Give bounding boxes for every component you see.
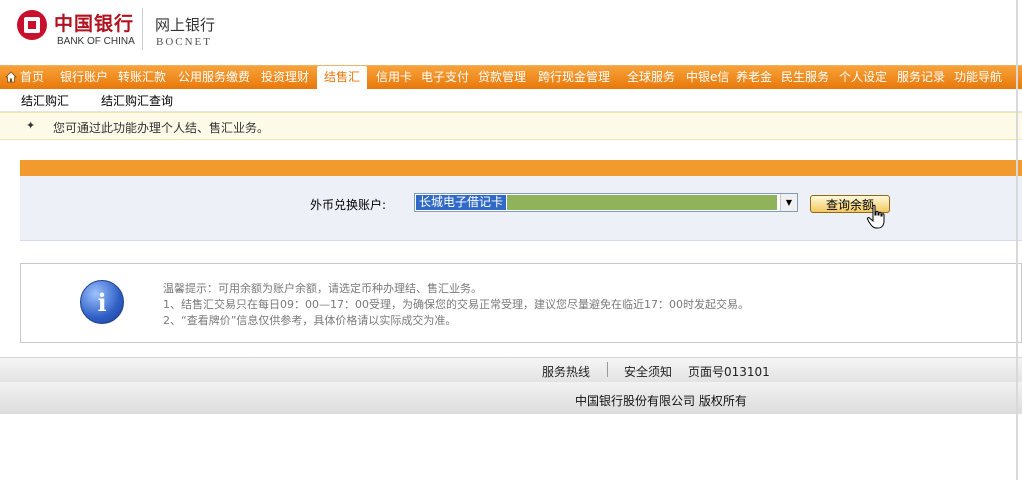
nav-forex-settlement[interactable]: 结售汇	[317, 66, 368, 89]
site-name-en: BOCNET	[156, 36, 212, 48]
nav-cross-bank-cash[interactable]: 跨行现金管理	[538, 66, 610, 89]
nav-bank-account[interactable]: 银行账户	[60, 66, 108, 89]
pin-icon: ✦	[26, 119, 36, 132]
nav-utility-payment[interactable]: 公用服务缴费	[178, 66, 250, 89]
subnav-forex-query[interactable]: 结汇购汇查询	[101, 92, 173, 109]
subnav-forex-buy-sell[interactable]: 结汇购汇	[21, 92, 69, 109]
info-bar: ✦ 您可通过此功能办理个人结、售汇业务。	[0, 112, 1022, 140]
nav-credit-card[interactable]: 信用卡	[376, 66, 412, 89]
account-select-value[interactable]: 长城电子借记卡	[416, 195, 507, 210]
copyright-text: 中国银行股份有限公司 版权所有	[575, 394, 747, 408]
home-icon[interactable]	[5, 71, 17, 83]
nav-boc-e-message[interactable]: 中银e信	[686, 66, 729, 89]
site-name-cn: 网上银行	[155, 16, 216, 34]
bank-name-cn: 中国银行	[54, 13, 135, 35]
nav-global-service[interactable]: 全球服务	[627, 66, 675, 89]
dropdown-arrow-icon[interactable]: ▼	[780, 194, 797, 211]
account-select[interactable]: 长城电子借记卡 ▼	[414, 193, 798, 212]
footer-hotline-link[interactable]: 服务热线	[542, 363, 590, 380]
tip-line-2: 1、结售汇交易只在每日09：00—17：00受理，为确保您的交易正常受理，建议您…	[163, 298, 749, 311]
nav-function-guide[interactable]: 功能导航	[954, 66, 1002, 89]
nav-investment[interactable]: 投资理财	[261, 66, 309, 89]
footer-page-number: 页面号013101	[688, 365, 770, 379]
boc-logo-icon[interactable]	[17, 10, 47, 40]
footer-copyright-bar: 中国银行股份有限公司 版权所有	[0, 382, 1022, 414]
footer-links: 服务热线 安全须知 页面号013101	[0, 357, 1022, 382]
nav-home[interactable]: 首页	[20, 66, 44, 89]
header: 中国银行 BANK OF CHINA 网上银行 BOCNET	[0, 0, 1022, 62]
nav-pension[interactable]: 养老金	[736, 66, 772, 89]
info-icon: i	[80, 280, 124, 324]
account-label: 外币兑换账户:	[310, 198, 387, 212]
bank-name-en: BANK OF CHINA	[57, 36, 135, 47]
main-nav: 首页 银行账户 转账汇款 公用服务缴费 投资理财 结售汇 信用卡 电子支付 贷款…	[0, 65, 1022, 89]
tip-line-1: 温馨提示：可用余额为账户余额，请选定币种办理结、售汇业务。	[163, 282, 482, 295]
nav-personal-settings[interactable]: 个人设定	[839, 66, 887, 89]
info-text: 您可通过此功能办理个人结、售汇业务。	[53, 121, 270, 135]
window-right-edge	[1016, 0, 1018, 480]
panel-header-bar	[20, 160, 1022, 176]
account-number-highlight	[507, 195, 777, 210]
nav-e-payment[interactable]: 电子支付	[421, 66, 469, 89]
logo-divider	[142, 8, 143, 50]
sub-nav: 结汇购汇 结汇购汇查询	[0, 89, 1022, 112]
footer-security-link[interactable]: 安全须知	[624, 363, 672, 380]
hand-cursor-icon	[866, 204, 885, 229]
nav-transfer[interactable]: 转账汇款	[118, 66, 166, 89]
footer-divider	[607, 362, 608, 377]
nav-livelihood[interactable]: 民生服务	[781, 66, 829, 89]
nav-loan[interactable]: 贷款管理	[478, 66, 526, 89]
tip-line-3: 2、“查看牌价”信息仅供参考，具体价格请以实际成交为准。	[163, 314, 457, 327]
nav-service-records[interactable]: 服务记录	[897, 66, 945, 89]
